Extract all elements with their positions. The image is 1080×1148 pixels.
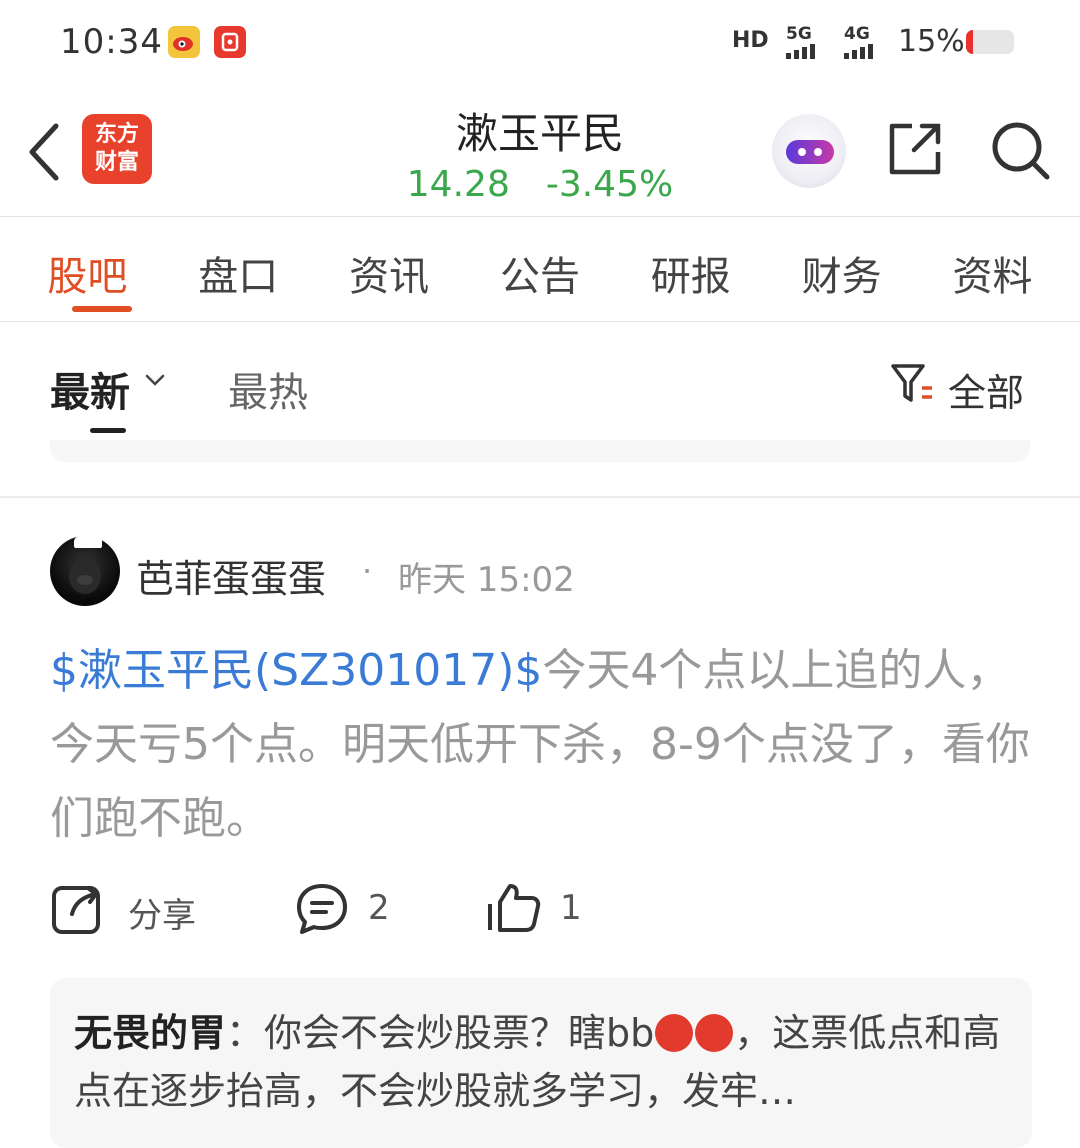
hd-voice-icon: HD: [732, 28, 769, 53]
signal-4g-icon: 4G: [844, 24, 873, 59]
sort-active-indicator: [90, 428, 126, 433]
signal-5g-bars: [786, 44, 815, 59]
thumbs-up-icon[interactable]: [486, 880, 542, 936]
filter-all-label[interactable]: 全部: [948, 362, 1024, 417]
search-icon[interactable]: [988, 118, 1052, 182]
tab-profile[interactable]: 资料: [927, 244, 1057, 304]
tab-pankou[interactable]: 盘口: [173, 244, 303, 304]
tab-news[interactable]: 资讯: [324, 244, 454, 304]
weibo-notification-icon: [168, 26, 200, 58]
comment-text-part1: ：你会不会炒股票？瞎bb: [226, 1011, 655, 1055]
section-divider: [0, 496, 1080, 498]
signal-5g-icon: 5G: [786, 24, 815, 59]
previous-card-edge: [50, 440, 1030, 462]
header-divider: [0, 216, 1080, 217]
comment-icon[interactable]: [294, 880, 350, 936]
signal-4g-label: 4G: [844, 24, 870, 44]
filter-icon[interactable]: [890, 362, 934, 404]
comment-count[interactable]: 2: [368, 888, 390, 928]
share-post-icon[interactable]: [50, 880, 106, 936]
share-post-label[interactable]: 分享: [128, 888, 196, 937]
tab-research[interactable]: 研报: [626, 244, 756, 304]
battery-percent: 15%: [898, 24, 965, 59]
tab-guba[interactable]: 股吧: [22, 244, 152, 304]
tabs-divider: [0, 321, 1080, 322]
stock-tabs: 股吧 盘口 资讯 公告 研报 财务 资料: [0, 244, 1080, 304]
post-author[interactable]: 芭菲蛋蛋蛋: [136, 548, 326, 603]
robot-face-icon: [786, 140, 834, 164]
author-time-separator: ·: [362, 552, 373, 590]
comment-author[interactable]: 无畏的胃: [74, 1011, 226, 1055]
stock-price: 14.28: [406, 164, 510, 205]
angry-emoji-icon: [655, 1014, 694, 1052]
avatar-hat: [74, 536, 102, 548]
app-notification-icon: [214, 26, 246, 58]
signal-4g-bars: [844, 44, 873, 59]
status-time: 10:34: [60, 22, 163, 62]
comment-preview-text[interactable]: 无畏的胃：你会不会炒股票？瞎bb ，这票低点和高点在逐步抬高，不会炒股就多学习，发…: [74, 1004, 1014, 1120]
angry-emoji-icon: [695, 1014, 734, 1052]
post-time: 昨天 15:02: [398, 560, 575, 600]
stock-change-percent: -3.45%: [545, 164, 674, 205]
tab-finance[interactable]: 财务: [777, 244, 907, 304]
sort-latest-button[interactable]: 最新: [50, 360, 130, 418]
sort-hot-button[interactable]: 最热: [228, 360, 308, 418]
active-tab-indicator: [72, 306, 132, 312]
tab-announcements[interactable]: 公告: [475, 244, 605, 304]
post-body[interactable]: $漱玉平民(SZ301017)$今天4个点以上追的人，今天亏5个点。明天低开下杀…: [50, 634, 1040, 856]
chevron-down-icon[interactable]: [144, 372, 166, 386]
share-icon[interactable]: [884, 118, 946, 180]
battery-level-fill: [966, 30, 973, 54]
like-count[interactable]: 1: [560, 888, 582, 928]
stock-tag-link[interactable]: $漱玉平民(SZ301017)$: [50, 645, 542, 696]
signal-5g-label: 5G: [786, 24, 812, 44]
battery-icon: [966, 30, 1014, 54]
